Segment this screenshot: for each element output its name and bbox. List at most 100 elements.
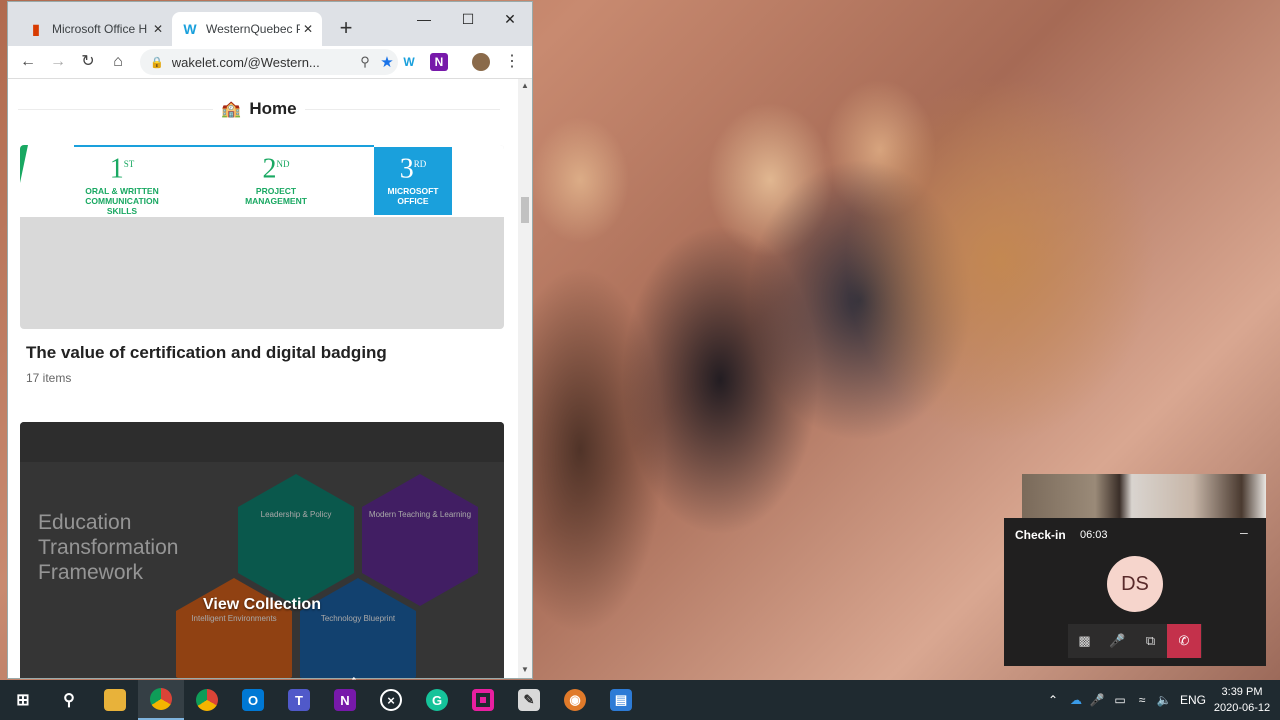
reload-icon[interactable]: ↻ (76, 50, 100, 74)
taskbar-outlook[interactable]: O (230, 680, 276, 720)
back-icon[interactable]: ← (16, 50, 40, 74)
home-icon[interactable]: ⌂ (106, 50, 130, 74)
taskbar-app-remote[interactable]: ▤ (598, 680, 644, 720)
taskbar-onenote[interactable]: N (322, 680, 368, 720)
url-text: wakelet.com/@Western... (171, 54, 320, 70)
search-button[interactable]: ⚲ (46, 680, 92, 720)
wakelet-icon: W (183, 21, 197, 37)
view-collection-button[interactable]: View Collection (20, 596, 504, 614)
tab-wakelet[interactable]: W WesternQuebec P ✕ (172, 12, 322, 46)
onedrive-icon[interactable]: ☁ (1066, 680, 1086, 720)
collection-item-count: 17 items (26, 371, 72, 385)
taskbar: ⊞ ⚲ O T N × G ✎ ◉ ▤ ⌃ ☁ 🎤 ▭ ≈ 🔈 ENG 3:39… (0, 680, 1280, 720)
badge-label: MICROSOFT OFFICE (387, 186, 439, 207)
lock-icon: 🔒 (150, 56, 164, 69)
taskbar-xbox[interactable]: × (368, 680, 414, 720)
microphone-icon[interactable]: 🎤 (1088, 680, 1106, 720)
hover-overlay (20, 422, 504, 678)
taskbar-app-camera[interactable]: ◉ (552, 680, 598, 720)
clock-date: 2020-06-12 (1213, 702, 1271, 714)
video-preview (1022, 474, 1266, 520)
share-screen-icon[interactable]: ⧉ (1134, 624, 1167, 658)
outlook-icon: O (242, 689, 264, 711)
remote-desktop-icon: ▤ (610, 689, 632, 711)
call-controls: ▩ 🎤 ⧉ ✆ (1068, 624, 1202, 658)
chrome-icon (196, 689, 218, 711)
participant-avatar: DS (1107, 556, 1163, 612)
close-tab-icon[interactable]: ✕ (300, 22, 316, 36)
search-icon: ⚲ (63, 692, 75, 709)
close-window-icon[interactable]: ✕ (492, 8, 528, 32)
browser-window: ▮ Microsoft Office H ✕ W WesternQuebec P… (8, 2, 532, 678)
badge-suffix: ST (123, 159, 135, 169)
divider (304, 108, 500, 110)
taskbar-app-sketch[interactable]: ✎ (506, 680, 552, 720)
collection-title[interactable]: The value of certification and digital b… (26, 343, 387, 363)
page-header: 🏫 Home (18, 97, 500, 121)
badge-number: 3 (399, 153, 414, 185)
collection-card[interactable]: Education Transformation Framework Leade… (20, 422, 504, 678)
badge-suffix: RD (413, 159, 427, 169)
clock-time: 3:39 PM (1221, 686, 1263, 698)
minimize-icon[interactable]: — (406, 8, 442, 32)
banner-accent (20, 145, 28, 183)
bookmark-star-icon[interactable]: ★ (376, 53, 398, 71)
wifi-icon[interactable]: ≈ (1132, 680, 1152, 720)
wakelet-extension-icon[interactable]: W (400, 53, 418, 71)
tab-title: Microsoft Office H (52, 22, 148, 36)
volume-icon[interactable]: 🔈 (1154, 680, 1174, 720)
language-indicator[interactable]: ENG (1178, 680, 1208, 720)
onenote-icon: N (334, 689, 356, 711)
onenote-extension-icon[interactable]: N (430, 53, 448, 71)
grammarly-icon: G (426, 689, 448, 711)
divider (18, 108, 214, 110)
windows-icon: ⊞ (16, 692, 30, 709)
collection-card[interactable]: 1ST ORAL & WRITTEN COMMUNICATION SKILLS … (20, 145, 504, 329)
show-hidden-icons[interactable]: ⌃ (1044, 680, 1062, 720)
new-tab-button[interactable]: + (334, 16, 358, 40)
office-icon: ▮ (32, 20, 40, 37)
call-timer: 06:03 (1080, 529, 1108, 541)
call-title: Check-in (1015, 528, 1066, 542)
badge-2nd: 2ND PROJECT MANAGEMENT (234, 147, 318, 215)
mute-mic-icon[interactable]: 🎤 (1101, 624, 1134, 658)
close-tab-icon[interactable]: ✕ (150, 22, 166, 36)
teams-icon: T (288, 689, 310, 711)
scroll-down-icon[interactable]: ▼ (518, 665, 532, 674)
menu-icon[interactable]: ⋮ (500, 50, 524, 74)
badge-label: ORAL & WRITTEN COMMUNICATION SKILLS (85, 186, 159, 217)
camera-icon[interactable]: ▩ (1068, 624, 1101, 658)
minimize-icon[interactable]: – (1240, 524, 1248, 540)
hang-up-button[interactable]: ✆ (1167, 624, 1201, 658)
taskbar-teams[interactable]: T (276, 680, 322, 720)
taskbar-chrome[interactable] (138, 680, 184, 720)
taskbar-chrome-2[interactable] (184, 680, 230, 720)
page-content: 🏫 Home 1ST ORAL & WRITTEN COMMUNICATION … (8, 79, 518, 678)
taskbar-app-pink[interactable] (460, 680, 506, 720)
camera-app-icon: ◉ (564, 689, 586, 711)
start-button[interactable]: ⊞ (0, 680, 46, 720)
battery-icon[interactable]: ▭ (1110, 680, 1130, 720)
badge-1st: 1ST ORAL & WRITTEN COMMUNICATION SKILLS (74, 147, 170, 217)
scroll-up-icon[interactable]: ▲ (518, 81, 532, 90)
page-scrollbar[interactable]: ▲ ▼ (518, 79, 532, 678)
badge-suffix: ND (276, 159, 290, 169)
sketch-icon: ✎ (518, 689, 540, 711)
badge-label: PROJECT MANAGEMENT (245, 186, 307, 207)
zoom-icon[interactable]: ⚲ (354, 54, 376, 70)
address-bar[interactable]: 🔒 wakelet.com/@Western... ⚲ ★ (140, 49, 398, 75)
frame-icon (472, 689, 494, 711)
scroll-thumb[interactable] (521, 197, 529, 223)
tab-title: WesternQuebec P (206, 22, 300, 36)
folder-icon (104, 689, 126, 711)
taskbar-file-explorer[interactable] (92, 680, 138, 720)
maximize-icon[interactable]: ☐ (450, 8, 486, 32)
badge-number: 1 (109, 153, 124, 185)
clock[interactable]: 3:39 PM 2020-06-12 (1210, 684, 1274, 716)
school-icon: 🏫 (221, 101, 242, 118)
forward-icon[interactable]: → (46, 50, 70, 74)
browser-toolbar: ← → ↻ ⌂ 🔒 wakelet.com/@Western... ⚲ ★ W … (8, 46, 532, 79)
profile-avatar[interactable] (472, 53, 490, 71)
tab-microsoft-office[interactable]: ▮ Microsoft Office H ✕ (18, 12, 172, 46)
taskbar-grammarly[interactable]: G (414, 680, 460, 720)
